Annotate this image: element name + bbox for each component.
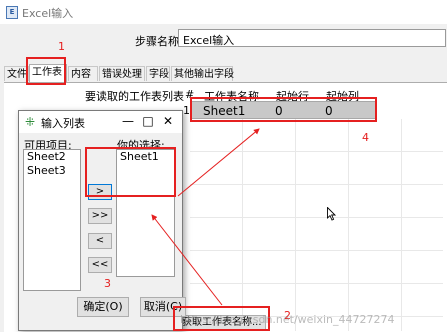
annotation-arrows [151,128,260,306]
watermark: https://blog.csdn.net/weixin_44727274 [180,313,395,326]
arrow-button-to-selection [151,214,223,306]
arrow-selection-to-row [177,128,260,197]
mouse-cursor-icon [327,207,337,221]
